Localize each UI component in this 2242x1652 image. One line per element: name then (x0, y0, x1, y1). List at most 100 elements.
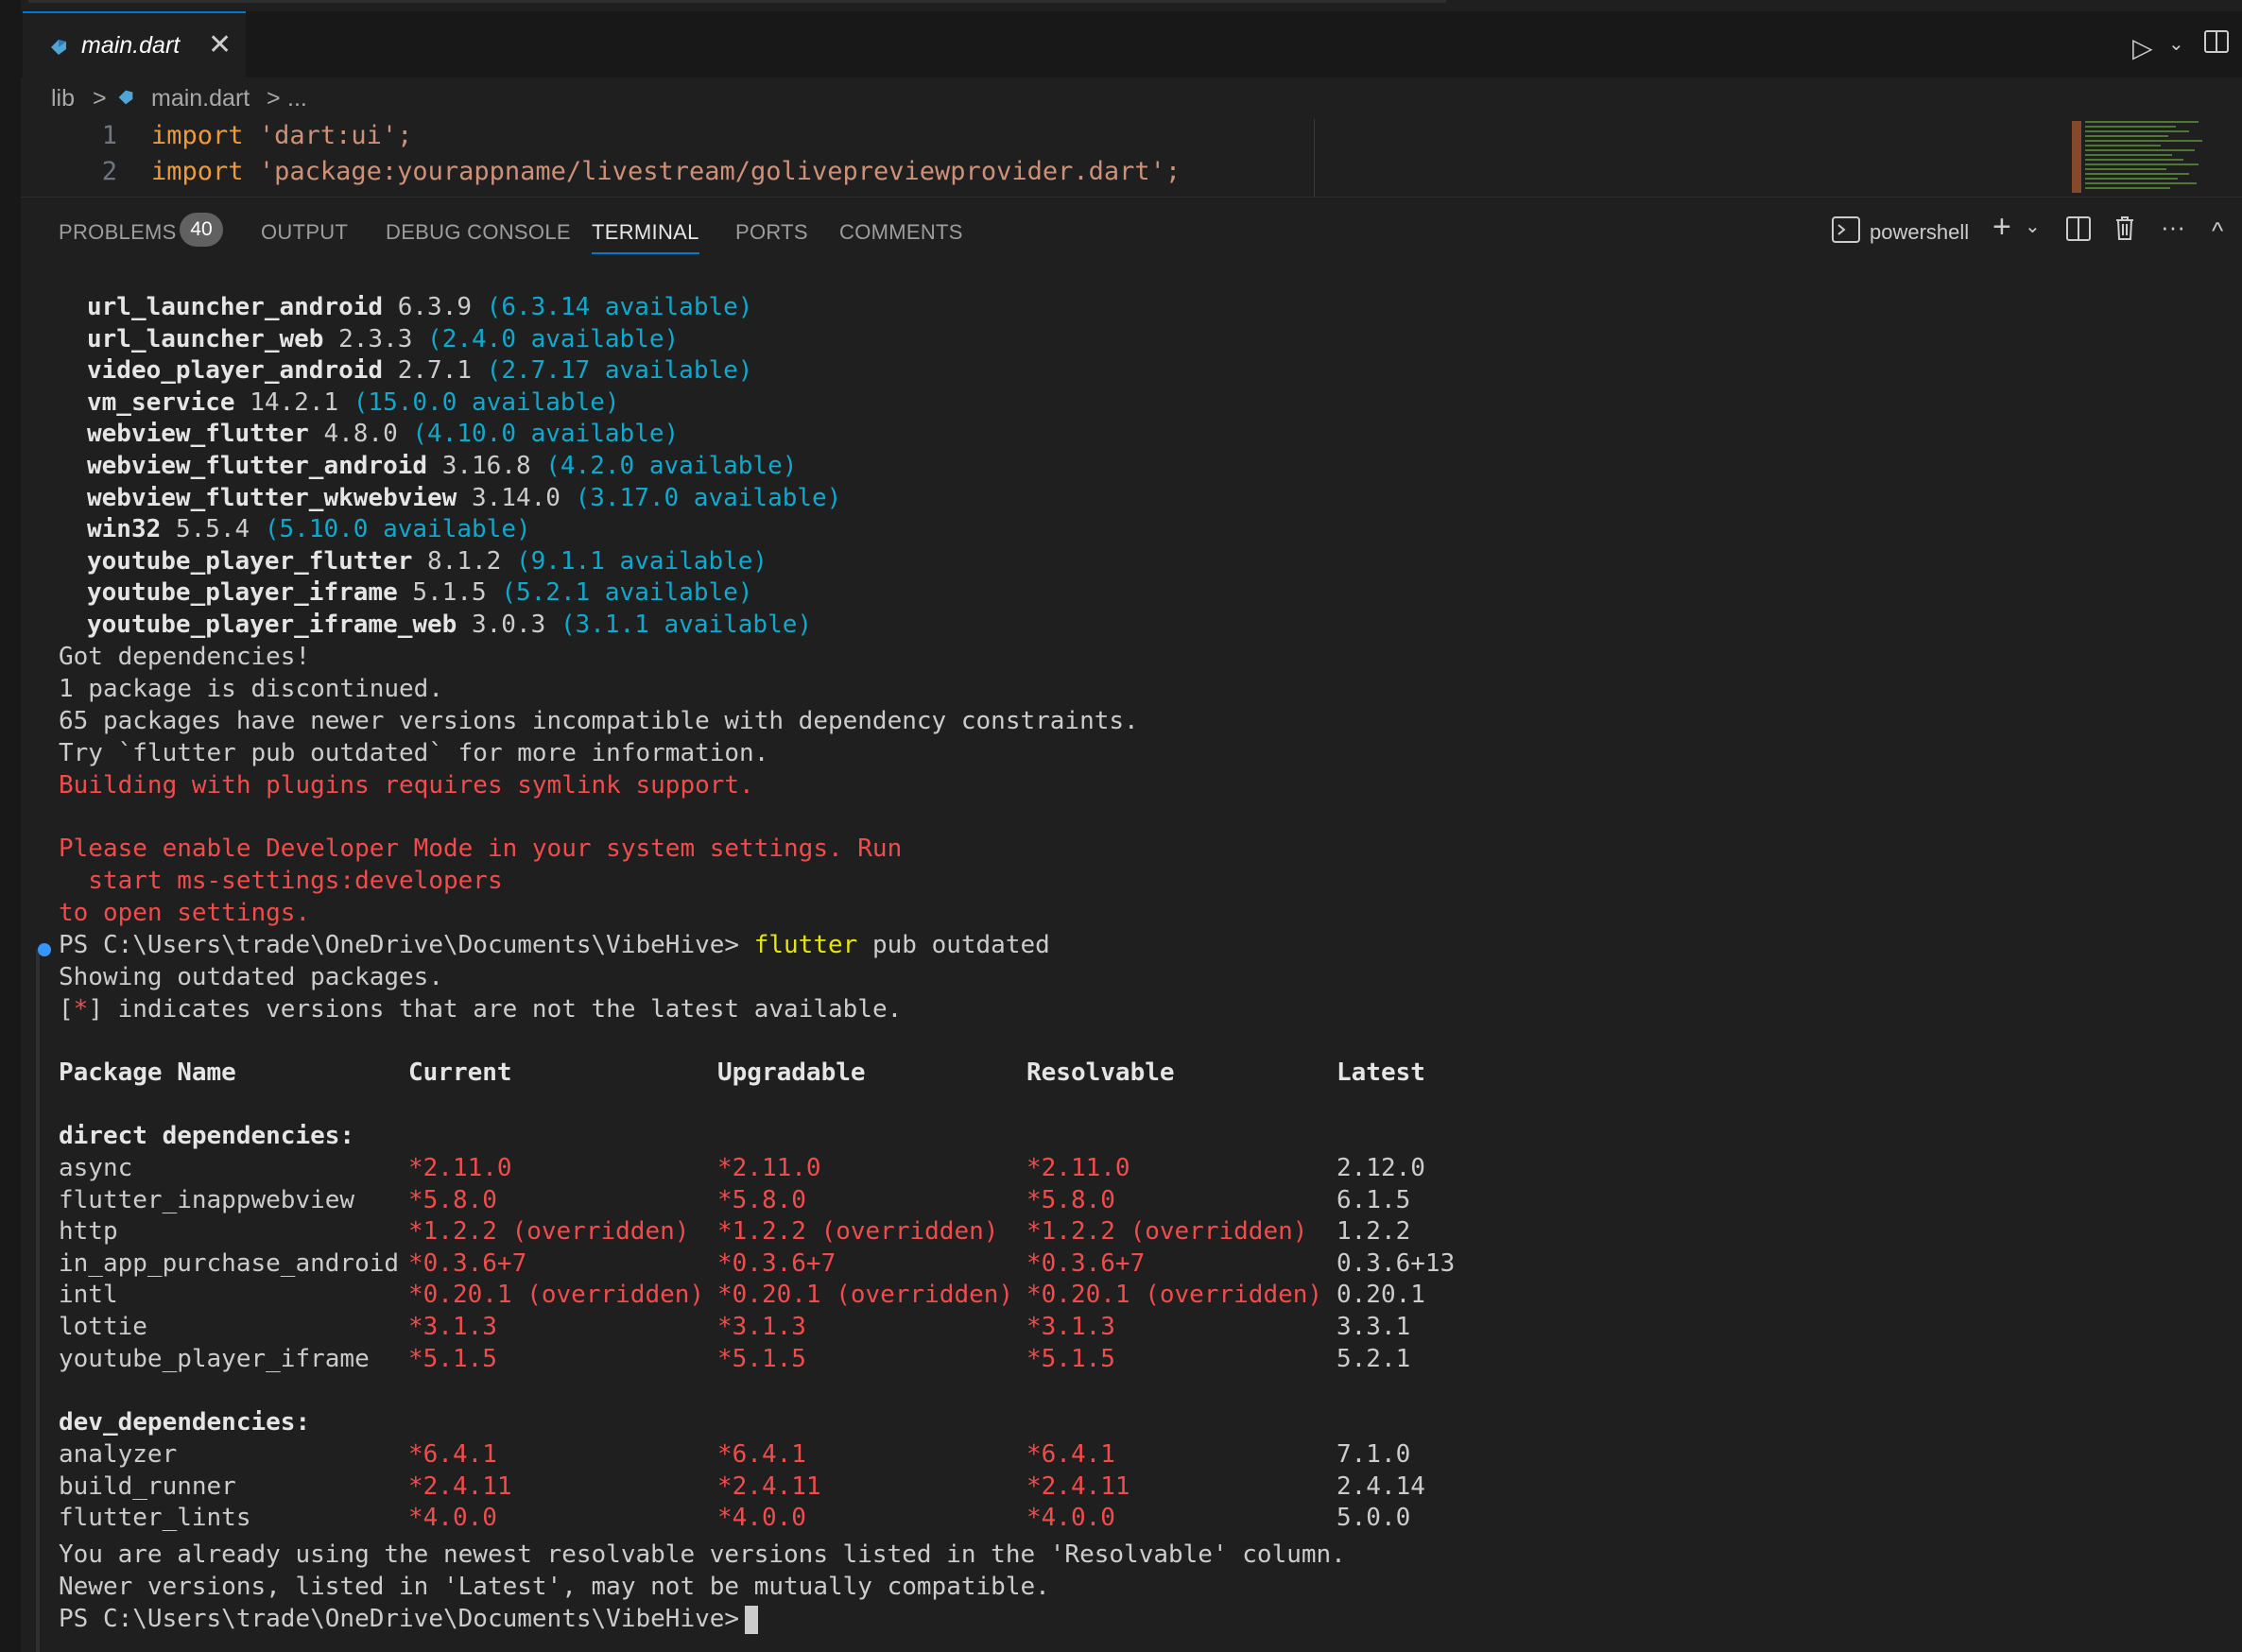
dependency-row: youtube_player_iframe 5.1.5 (5.2.1 avail… (87, 578, 752, 607)
dev-row-cell: *6.4.1 (717, 1440, 806, 1469)
prompt-line[interactable]: PS C:\Users\trade\OneDrive\Documents\Vib… (59, 1605, 759, 1634)
dependency-row: youtube_player_flutter 8.1.2 (9.1.1 avai… (87, 547, 767, 576)
vscode-window: main.dart ✕ ▷ ⌄ lib > main.dart > ... 1 … (0, 0, 2242, 1652)
available-version: (15.0.0 available) (353, 387, 620, 417)
keyword: import (151, 121, 244, 150)
dependency-row: webview_flutter 4.8.0 (4.10.0 available) (87, 420, 679, 448)
dependency-row: youtube_player_iframe_web 3.0.3 (3.1.1 a… (87, 611, 812, 639)
direct-row-cell: 0.3.6+13 (1337, 1248, 1456, 1278)
split-terminal-icon[interactable] (2066, 216, 2091, 241)
new-terminal-icon[interactable]: + (1992, 209, 2011, 246)
direct-row-cell: flutter_inappwebview (59, 1185, 355, 1214)
package-name: webview_flutter_android (87, 452, 428, 480)
available-version: (3.17.0 available) (575, 483, 842, 512)
shell-name[interactable]: powershell (1870, 220, 1969, 245)
minimap[interactable] (2072, 119, 2214, 195)
dev-row-cell: flutter_lints (59, 1504, 251, 1533)
tab-ports[interactable]: PORTS (735, 220, 808, 245)
direct-row-cell: *3.1.3 (717, 1313, 806, 1341)
code-text: import 'package:yourappname/livestream/g… (151, 157, 1181, 186)
dev-row-cell: build_runner (59, 1471, 236, 1501)
direct-row-cell: *5.8.0 (717, 1185, 806, 1214)
header-cell: Upgradable (717, 1058, 866, 1087)
split-editor-icon[interactable] (2204, 30, 2229, 53)
direct-row-cell: *0.3.6+7 (717, 1248, 836, 1278)
package-version: 6.3.9 (397, 293, 473, 321)
dev-row-cell: *6.4.1 (1026, 1440, 1115, 1469)
dev-row-cell: analyzer (59, 1440, 178, 1469)
run-debug-icon[interactable]: ▷ (2132, 32, 2153, 63)
package-name: win32 (87, 515, 162, 544)
section-label: direct dependencies: (59, 1122, 355, 1150)
chevron-down-icon[interactable]: ⌄ (2025, 215, 2041, 238)
terminal-error-line: Please enable Developer Mode in your sys… (59, 835, 903, 863)
command-status-dot[interactable] (38, 943, 51, 956)
tab-output[interactable]: OUTPUT (261, 220, 348, 245)
available-version: (3.1.1 available) (560, 611, 813, 639)
string-literal: 'package:yourappname/livestream/golivepr… (258, 157, 1181, 186)
package-version: 5.5.4 (175, 515, 250, 544)
direct-row-cell: *5.1.5 (408, 1344, 497, 1373)
prompt: PS C:\Users\trade\OneDrive\Documents\Vib… (59, 1605, 740, 1633)
trash-icon[interactable] (2113, 215, 2136, 241)
available-version: (4.10.0 available) (412, 420, 680, 449)
tab-comments[interactable]: COMMENTS (839, 220, 963, 245)
direct-row-cell: 2.12.0 (1337, 1154, 1425, 1182)
terminal-line: 1 package is discontinued. (59, 675, 443, 703)
package-version: 2.3.3 (338, 324, 413, 353)
problems-count-badge: 40 (180, 213, 223, 247)
package-version: 3.14.0 (472, 483, 560, 512)
breadcrumb-folder[interactable]: lib (51, 85, 75, 112)
package-name: webview_flutter (87, 420, 309, 449)
editor-actions: ▷ ⌄ (2110, 11, 2242, 77)
tab-debug-console[interactable]: DEBUG CONSOLE (386, 220, 571, 245)
tab-problems[interactable]: PROBLEMS (59, 220, 177, 245)
dev-row-cell: 2.4.14 (1337, 1471, 1425, 1501)
terminal-error-line: Building with plugins requires symlink s… (59, 771, 754, 800)
chevron-down-icon[interactable]: ⌄ (2168, 32, 2184, 56)
tab-label: main.dart (81, 32, 181, 59)
header-cell: Package Name (59, 1058, 236, 1087)
ruler-line (1314, 119, 1315, 197)
terminal-line: 65 packages have newer versions incompat… (59, 707, 1139, 735)
legend-text: ] indicates versions that are not the la… (88, 995, 903, 1024)
dependency-row: win32 5.5.4 (5.10.0 available) (87, 515, 531, 543)
direct-row-cell: *1.2.2 (overridden) (408, 1217, 690, 1247)
available-version: (2.7.17 available) (486, 356, 753, 386)
breadcrumb-symbol[interactable]: ... (287, 85, 307, 112)
package-name: video_player_android (87, 356, 384, 386)
prompt-line: PS C:\Users\trade\OneDrive\Documents\Vib… (59, 931, 1050, 959)
more-actions-icon[interactable]: ··· (2161, 213, 2185, 242)
available-version: (2.4.0 available) (427, 324, 680, 353)
direct-row-cell: lottie (59, 1313, 147, 1341)
available-version: (5.10.0 available) (264, 515, 531, 544)
tab-main-dart[interactable]: main.dart ✕ (23, 11, 246, 77)
panel-header: PROBLEMS 40 OUTPUT DEBUG CONSOLE TERMINA… (21, 197, 2242, 264)
string-literal: 'dart:ui'; (258, 121, 413, 150)
header-cell: Resolvable (1026, 1058, 1175, 1087)
direct-row-cell: *0.20.1 (overridden) (1026, 1281, 1323, 1310)
breadcrumb-file[interactable]: main.dart (151, 85, 250, 112)
code-editor[interactable]: 1 import 'dart:ui'; 2 import 'package:yo… (21, 119, 2242, 197)
editor-tab-bar: main.dart ✕ ▷ ⌄ (21, 11, 2242, 78)
direct-row-cell: *5.8.0 (1026, 1185, 1115, 1214)
prompt: PS C:\Users\trade\OneDrive\Documents\Vib… (59, 931, 740, 959)
tab-terminal[interactable]: TERMINAL (592, 220, 699, 254)
section-label: dev_dependencies: (59, 1408, 311, 1437)
legend-bracket: [ (59, 995, 74, 1024)
close-icon[interactable]: ✕ (208, 28, 232, 61)
direct-row-cell: 1.2.2 (1337, 1217, 1411, 1247)
package-version: 3.0.3 (472, 611, 546, 639)
direct-row-cell: youtube_player_iframe (59, 1344, 370, 1373)
package-name: youtube_player_iframe_web (87, 611, 457, 639)
dev-row-cell: *4.0.0 (408, 1504, 497, 1533)
terminal-output[interactable]: url_launcher_android 6.3.9 (6.3.14 avail… (21, 263, 2242, 1652)
direct-row-cell: *5.1.5 (1026, 1344, 1115, 1373)
direct-row-cell: *5.8.0 (408, 1185, 497, 1214)
direct-row-cell: *0.3.6+7 (1026, 1248, 1146, 1278)
direct-row-cell: *1.2.2 (overridden) (717, 1217, 999, 1247)
direct-row-cell: *5.1.5 (717, 1344, 806, 1373)
dev-row-cell: *4.0.0 (1026, 1504, 1115, 1533)
dependency-row: vm_service 14.2.1 (15.0.0 available) (87, 388, 620, 417)
maximize-panel-icon[interactable]: ^ (2212, 216, 2223, 246)
